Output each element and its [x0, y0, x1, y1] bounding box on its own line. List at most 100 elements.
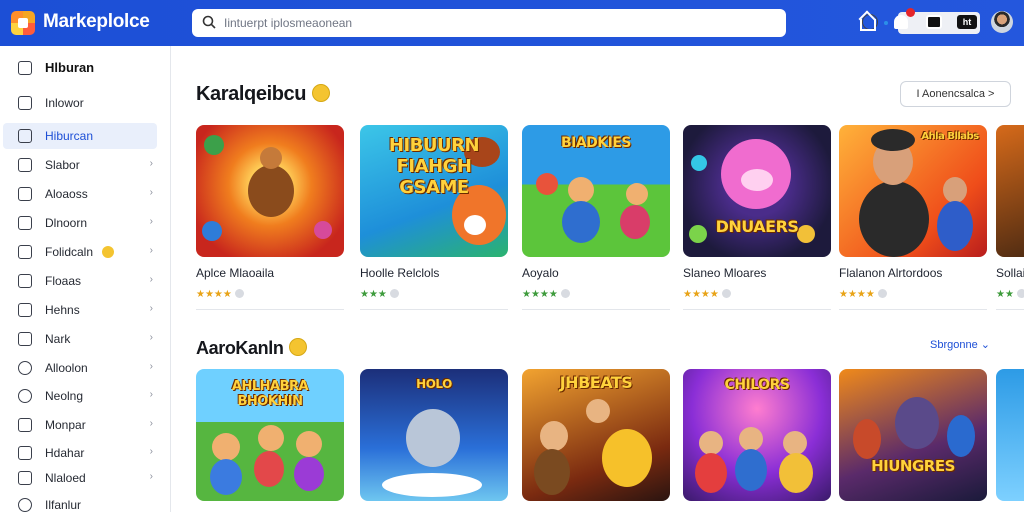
game-thumbnail[interactable]: CHILORS	[683, 369, 831, 501]
smiley-icon	[312, 84, 331, 102]
artwork-shape	[626, 183, 648, 205]
sidebar-item[interactable]: Hehns ›	[3, 297, 157, 323]
archive-icon	[18, 129, 32, 143]
game-thumbnail[interactable]	[996, 369, 1024, 501]
app-title[interactable]: Markeplolce	[43, 11, 150, 33]
artwork-shape	[691, 155, 707, 171]
chevron-right-icon: ›	[149, 158, 153, 169]
game-thumbnail[interactable]: Ahla Bllabs	[839, 125, 987, 257]
rating-count-badge	[721, 289, 731, 298]
sidebar-item[interactable]: Hdahar ›	[3, 440, 157, 466]
sidebar-item[interactable]: Hlburan	[3, 55, 157, 81]
search-input[interactable]	[224, 13, 644, 33]
sidebar-item-label: Slabor	[45, 158, 80, 172]
artwork-shape	[943, 177, 967, 203]
sidebar-item[interactable]: Aloaoss ›	[3, 181, 157, 207]
artwork-shape	[735, 449, 767, 491]
user-avatar[interactable]	[991, 11, 1013, 33]
sidebar-item[interactable]: Slabor ›	[3, 152, 157, 178]
game-name[interactable]: Hoolle Relclols	[360, 266, 439, 280]
game-name[interactable]: Slaneo Mloares	[683, 266, 766, 280]
sidebar-item[interactable]: Nlaloed ›	[3, 465, 157, 491]
artwork-shape	[741, 169, 773, 191]
sidebar-item[interactable]: Nark ›	[3, 326, 157, 352]
game-thumbnail[interactable]: HIBUURN FIAHGH GSAME	[360, 125, 508, 257]
rating-count-badge	[389, 289, 399, 298]
divider	[839, 309, 987, 310]
game-name-text: Aplce Mlaoaila	[196, 266, 275, 280]
document-icon	[18, 332, 32, 346]
smiley-icon	[289, 338, 308, 356]
artwork-shape	[534, 449, 570, 495]
sidebar-item[interactable]: Monpar ›	[3, 412, 157, 438]
keyboard-icon[interactable]: ht	[957, 12, 977, 32]
rating-stars: ★★★	[360, 289, 399, 300]
sidebar-item-label: Folidcaln	[45, 245, 94, 259]
sidebar-item-label: Floaas	[45, 274, 82, 288]
notification-badge	[906, 8, 915, 17]
sidebar-item-label: Hdahar	[45, 446, 85, 460]
chevron-right-icon: ›	[149, 418, 153, 429]
search-bar[interactable]: ›	[192, 9, 980, 37]
divider	[196, 309, 344, 310]
circle-icon	[18, 498, 32, 512]
sidebar-item-label: Alloolon	[45, 361, 88, 375]
artwork-shape	[562, 201, 600, 243]
thumbnail-title: DNUAERS	[715, 217, 799, 236]
game-thumbnail[interactable]: DNUAERS	[683, 125, 831, 257]
game-name[interactable]: Aplce Mlaoaila	[196, 266, 274, 280]
sidebar-item[interactable]: Ilfanlur	[3, 492, 157, 518]
artwork-shape	[937, 201, 973, 251]
game-name-text: Hoolle Relclols	[360, 266, 440, 280]
game-name[interactable]: Aoyalo	[522, 266, 559, 280]
app-logo-icon[interactable]	[11, 11, 35, 35]
keyboard-label: ht	[957, 15, 977, 29]
artwork-shape	[254, 451, 284, 487]
sidebar-item-label: Neolng	[45, 389, 84, 403]
more-link-label: Sbrgonne	[930, 339, 978, 351]
thumbnail-title: HIBUURN FIAHGH GSAME	[388, 135, 480, 198]
more-link[interactable]: Sbrgonne ⌄	[930, 338, 990, 351]
chat-icon	[18, 389, 32, 403]
artwork-shape	[464, 215, 486, 235]
rating-count-badge	[1016, 289, 1024, 298]
home-icon	[18, 61, 32, 75]
chevron-right-icon: ›	[149, 303, 153, 314]
rating-count-badge	[234, 289, 244, 298]
game-thumbnail[interactable]: BIADKIES	[522, 125, 670, 257]
sidebar-item[interactable]: Hiburcan	[3, 123, 157, 149]
artwork-shape	[294, 457, 324, 491]
sidebar-item[interactable]: Floaas ›	[3, 268, 157, 294]
game-thumbnail[interactable]: AHLHABRA BHOKHIN	[196, 369, 344, 501]
thumbnail-title: AHLHABRA BHOKHIN	[231, 379, 309, 409]
document-icon	[18, 158, 32, 172]
sidebar-item[interactable]: Alloolon ›	[3, 355, 157, 381]
sidebar-item-label: Nark	[45, 332, 71, 346]
smiley-icon	[102, 246, 114, 258]
game-name[interactable]: Sollai	[996, 266, 1024, 280]
inbox-icon[interactable]	[924, 12, 944, 32]
artwork-shape	[540, 421, 568, 451]
game-name-text: Sollai	[996, 266, 1024, 280]
see-all-button[interactable]: I Aonencsalca >	[900, 81, 1011, 107]
main-content: Karalqeibcu I Aonencsalca > Aplce Mlaoai…	[172, 46, 1024, 512]
game-thumbnail[interactable]: JHBEATS	[522, 369, 670, 501]
rating-stars-value: ★★	[996, 289, 1014, 300]
game-name[interactable]: Flalanon Alrtordoos	[839, 266, 942, 280]
sidebar-item[interactable]: Dlnoorn ›	[3, 210, 157, 236]
sidebar-item[interactable]: Folidcaln ›	[3, 239, 157, 265]
top-bar: Markeplolce › ht	[0, 0, 1024, 46]
game-thumbnail[interactable]	[996, 125, 1024, 257]
artwork-shape	[382, 473, 482, 497]
artwork-shape	[947, 415, 975, 457]
thumbnail-title: JHBEATS	[559, 373, 633, 392]
notifications-icon[interactable]	[891, 8, 915, 32]
sidebar-item[interactable]: Inlowor	[3, 90, 157, 116]
game-thumbnail[interactable]: HIUNGRES	[839, 369, 987, 501]
game-thumbnail[interactable]	[196, 125, 344, 257]
game-thumbnail[interactable]: HOLO	[360, 369, 508, 501]
home-icon[interactable]	[858, 12, 878, 32]
chevron-down-icon: ⌄	[980, 339, 990, 351]
sidebar-item[interactable]: Neolng ›	[3, 383, 157, 409]
thumbnail-title: HOLO	[416, 377, 452, 391]
